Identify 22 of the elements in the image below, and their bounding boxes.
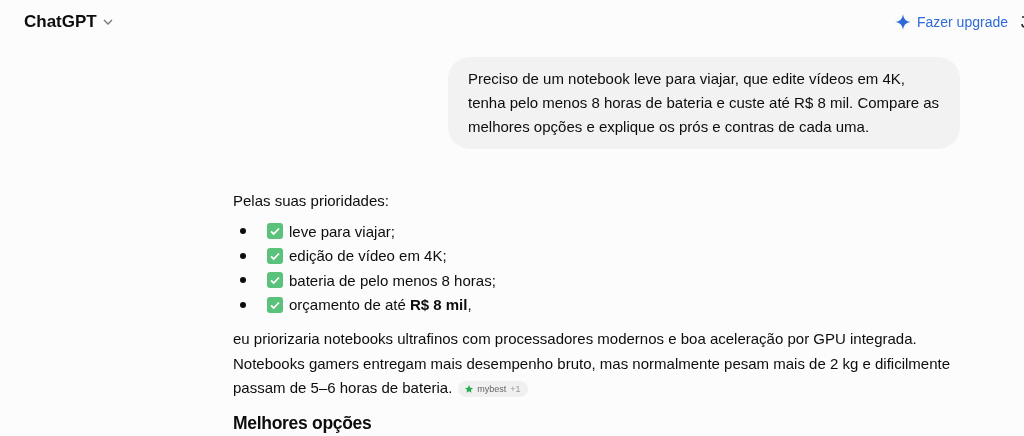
chevron-down-icon bbox=[102, 19, 113, 25]
citation-chip[interactable]: mybest +1 bbox=[458, 381, 528, 398]
answer-intro: Pelas suas prioridades: bbox=[233, 191, 390, 211]
list-item-text: orçamento de até R$ 8 mil, bbox=[289, 296, 472, 314]
list-item-text: leve para viajar; bbox=[289, 222, 395, 240]
list-item-text: edição de vídeo em 4K; bbox=[289, 247, 447, 265]
checkmark-icon bbox=[267, 223, 283, 240]
model-selector[interactable]: ChatGPT bbox=[24, 12, 113, 32]
answer-paragraph: eu priorizaria notebooks ultrafinos com processadores modernos e boa aceleração por GPU integrada. Notebooks gamers entregam mais desempenho bruto, mas normalmente pesam mais de 2 kg e dificilmente passam de 5–6 horas de bateria. mybest +1 bbox=[233, 329, 951, 400]
checkmark-icon bbox=[267, 272, 283, 289]
bullet-icon bbox=[240, 228, 246, 235]
checkmark-icon bbox=[267, 296, 283, 313]
bullet-icon bbox=[240, 277, 246, 284]
sparkle-icon bbox=[894, 14, 911, 30]
star-icon bbox=[465, 385, 474, 394]
checkmark-icon bbox=[267, 247, 283, 264]
bullet-icon bbox=[240, 252, 246, 259]
bullet-icon bbox=[240, 301, 246, 308]
list-item-text: bateria de pelo menos 8 horas; bbox=[289, 271, 496, 289]
section-heading: Melhores opções bbox=[233, 412, 373, 434]
upgrade-button[interactable]: Fazer upgrade bbox=[894, 14, 1008, 30]
user-message: Preciso de um notebook leve para viajar, que edite vídeos em 4K, tenha pelo menos 8 horas de bateria e custe até R$ 8 mil. Compare as melhores opções e explique os prós e contras de cada uma. bbox=[448, 57, 960, 149]
